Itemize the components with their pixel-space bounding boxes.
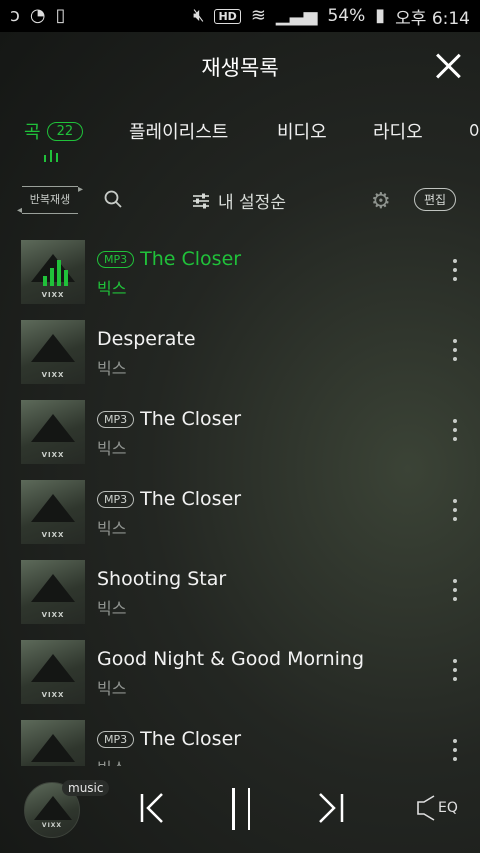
album-logo-text: VIXX (41, 371, 65, 379)
album-logo-text: VIXX (41, 611, 65, 619)
album-art: VIXX (21, 320, 85, 384)
track-title: Desperate (97, 328, 196, 350)
notification-dot-icon: ◔ (29, 5, 46, 26)
album-logo-text: VIXX (41, 451, 65, 459)
album-art: VIXX (21, 400, 85, 464)
mp3-badge: MP3 (97, 730, 135, 748)
app-notification-icon: ↄ (10, 5, 20, 26)
track-row[interactable]: VIXX MP3 The Closer 빅스 (0, 398, 480, 478)
album-art: VIXX (21, 480, 85, 544)
album-logo-text: VIXX (41, 691, 65, 699)
album-logo-text: VIXX (41, 531, 65, 539)
tab-playlist[interactable]: 플레이리스트 (129, 118, 228, 144)
track-title: The Closer (140, 408, 242, 430)
track-title-line: Desperate (97, 328, 196, 350)
mp3-badge: MP3 (97, 410, 135, 428)
now-playing-icon (43, 256, 68, 286)
track-title-line: MP3 The Closer (97, 248, 241, 270)
hd-icon: HD (214, 8, 241, 24)
active-tab-indicator-icon (44, 150, 58, 162)
tab-more[interactable]: 아 (469, 118, 480, 144)
track-title-line: MP3 The Closer (97, 488, 241, 510)
page-title: 재생목록 (201, 56, 279, 80)
track-row[interactable]: VIXX Desperate 빅스 (0, 318, 480, 398)
track-title-line: MP3 The Closer (97, 728, 241, 750)
more-options-icon[interactable] (451, 499, 459, 521)
track-title: Shooting Star (97, 568, 227, 590)
wifi-icon: ≋ (250, 5, 266, 26)
more-options-icon[interactable] (451, 739, 459, 761)
album-art: VIXX (21, 640, 85, 704)
song-count-badge: 22 (46, 121, 84, 141)
track-title: The Closer (140, 488, 242, 510)
album-logo-text: VIXX (41, 822, 63, 829)
track-artist: 빅스 (97, 439, 127, 458)
repeat-label: 반복재생 (29, 193, 71, 206)
track-title-line: Good Night & Good Morning (97, 648, 364, 670)
clock: 오후 6:14 (395, 8, 470, 29)
previous-icon[interactable] (138, 792, 168, 824)
playlist-header: 재생목록 (0, 32, 480, 102)
next-icon[interactable] (316, 792, 346, 824)
track-title-line: MP3 The Closer (97, 408, 241, 430)
more-options-icon[interactable] (451, 579, 459, 601)
tab-songs-label: 곡 (24, 122, 41, 143)
pause-icon[interactable] (230, 788, 252, 830)
more-options-icon[interactable] (451, 339, 459, 361)
track-row[interactable]: VIXX Shooting Star 빅스 (0, 558, 480, 638)
clipboard-notification-icon: ▯ (55, 5, 66, 26)
equalizer-button[interactable]: EQ (416, 794, 458, 822)
album-logo-text: VIXX (41, 291, 65, 299)
signal-icon: ▁▃▅ (275, 5, 318, 26)
sort-label: 내 설정순 (218, 193, 286, 213)
sort-button[interactable]: 내 설정순 (192, 188, 286, 213)
album-art: VIXX (21, 240, 85, 304)
track-artist: 빅스 (97, 599, 127, 618)
status-bar: ↄ ◔ ▯ 🔇︎ HD ≋ ▁▃▅ 54% ▮ 오후 6:14 (0, 0, 480, 32)
track-row[interactable]: VIXX MP3 The Closer 빅스 (0, 718, 480, 766)
track-artist: 빅스 (97, 519, 127, 538)
album-art: VIXX (21, 720, 85, 766)
repeat-button[interactable]: 반복재생 (17, 177, 83, 223)
track-artist: 빅스 (97, 679, 127, 698)
track-title: The Closer (140, 248, 242, 270)
track-title: Good Night & Good Morning (97, 648, 365, 670)
eq-label: EQ (438, 800, 458, 816)
track-row[interactable]: VIXX MP3 The Closer 빅스 (0, 478, 480, 558)
mute-icon: 🔇︎ (193, 5, 205, 26)
edit-button[interactable]: 편집 (414, 188, 457, 211)
track-list[interactable]: VIXX MP3 The Closer 빅스 VIXX Desperate 빅스… (0, 238, 480, 766)
list-toolbar: 반복재생 내 설정순 ⚙ 편집 (0, 176, 480, 226)
track-artist: 빅스 (97, 359, 127, 378)
track-title: The Closer (140, 728, 242, 750)
tab-bar: 곡 22 플레이리스트 비디오 라디오 아 (0, 102, 480, 162)
sliders-icon (193, 193, 209, 208)
track-title-line: Shooting Star (97, 568, 226, 590)
tab-radio[interactable]: 라디오 (373, 118, 423, 144)
close-icon[interactable] (434, 52, 462, 80)
tab-songs[interactable]: 곡 22 (24, 118, 84, 144)
speaker-icon (417, 795, 435, 821)
battery-icon: ▮ (375, 5, 386, 26)
search-icon[interactable] (104, 190, 122, 208)
track-row[interactable]: VIXX Good Night & Good Morning 빅스 (0, 638, 480, 718)
tab-video[interactable]: 비디오 (277, 118, 327, 144)
track-artist: 빅스 (97, 279, 127, 298)
track-row[interactable]: VIXX MP3 The Closer 빅스 (0, 238, 480, 318)
track-artist: 빅스 (97, 755, 126, 766)
more-options-icon[interactable] (451, 259, 459, 281)
mini-player: VIXX music EQ (0, 770, 480, 853)
gear-icon[interactable]: ⚙ (371, 189, 391, 214)
more-options-icon[interactable] (451, 659, 459, 681)
music-tag: music (62, 780, 110, 796)
battery-percent: 54% (327, 6, 366, 26)
mp3-badge: MP3 (97, 490, 135, 508)
mp3-badge: MP3 (97, 250, 135, 268)
album-art: VIXX (21, 560, 85, 624)
more-options-icon[interactable] (451, 419, 459, 441)
